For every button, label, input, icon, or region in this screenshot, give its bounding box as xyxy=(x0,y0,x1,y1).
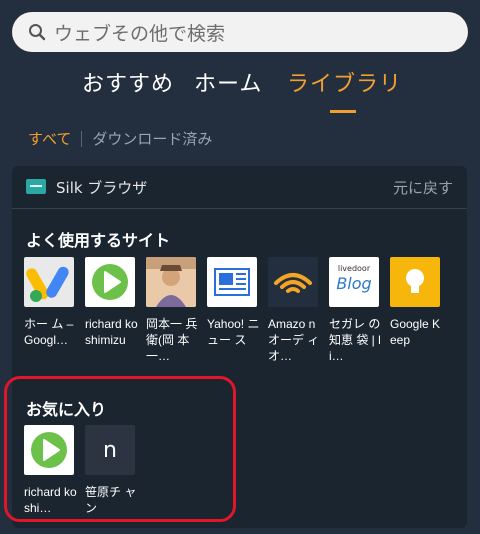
site-tile[interactable]: Yahoo! ニュー ス xyxy=(207,257,259,366)
google-ads-icon xyxy=(24,257,74,307)
filter-all[interactable]: すべて xyxy=(28,128,71,149)
site-tile[interactable]: ホー ム – Googl… xyxy=(24,257,74,366)
site-tile-label: richard koshimizu xyxy=(85,317,138,347)
site-tile-label: Amazo nオーデ ィオ… xyxy=(268,317,320,363)
google-keep-icon xyxy=(390,257,440,307)
undo-button[interactable]: 元に戻す xyxy=(393,177,453,198)
filter-downloaded[interactable]: ダウンロード済み xyxy=(92,128,212,149)
tab-recommended[interactable]: おすすめ xyxy=(82,66,174,98)
site-tile-label: セガレ の知恵 袋 | li… xyxy=(329,317,381,363)
card-header: Silk ブラウザ 元に戻す xyxy=(12,166,467,209)
blog-logo-main: Blog xyxy=(336,274,372,293)
top-tabs: おすすめ ホーム ライブラリ xyxy=(0,66,480,112)
frequent-sites-title: よく使用するサイト xyxy=(26,231,171,250)
audible-icon xyxy=(268,257,318,307)
search-placeholder: ウェブその他で検索 xyxy=(54,22,226,45)
tab-home[interactable]: ホーム xyxy=(194,66,262,98)
site-tile-label: Google Keep xyxy=(390,317,441,347)
newspaper-icon xyxy=(207,257,257,307)
search-icon xyxy=(28,23,46,41)
tab-library[interactable]: ライブラリ xyxy=(287,66,402,98)
site-tile-label: 岡本一 兵衛(岡 本一… xyxy=(146,317,198,363)
active-tab-indicator xyxy=(330,110,356,113)
site-tile[interactable]: livedoor Blog セガレ の知恵 袋 | li… xyxy=(329,257,381,366)
portrait-icon xyxy=(146,257,196,307)
silk-app-icon xyxy=(26,179,46,194)
card-title: Silk ブラウザ xyxy=(56,179,148,197)
site-tile-label: Yahoo! ニュー ス xyxy=(207,317,260,347)
divider xyxy=(81,130,83,147)
site-tile[interactable]: Google Keep xyxy=(390,257,440,366)
blog-logo-top: livedoor xyxy=(337,264,371,273)
favorites-highlight-ring xyxy=(4,376,236,522)
livedoor-blog-icon: livedoor Blog xyxy=(329,257,379,307)
search-bar[interactable]: ウェブその他で検索 xyxy=(12,12,468,52)
site-tile[interactable]: Amazo nオーデ ィオ… xyxy=(268,257,319,366)
site-tile-label: ホー ム – Googl… xyxy=(24,317,74,347)
play-icon xyxy=(85,257,135,307)
library-filter: すべて ダウンロード済み xyxy=(28,128,212,149)
site-tile[interactable]: 岡本一 兵衛(岡 本一… xyxy=(146,257,197,366)
site-tile[interactable]: richard koshimizu xyxy=(85,257,138,366)
